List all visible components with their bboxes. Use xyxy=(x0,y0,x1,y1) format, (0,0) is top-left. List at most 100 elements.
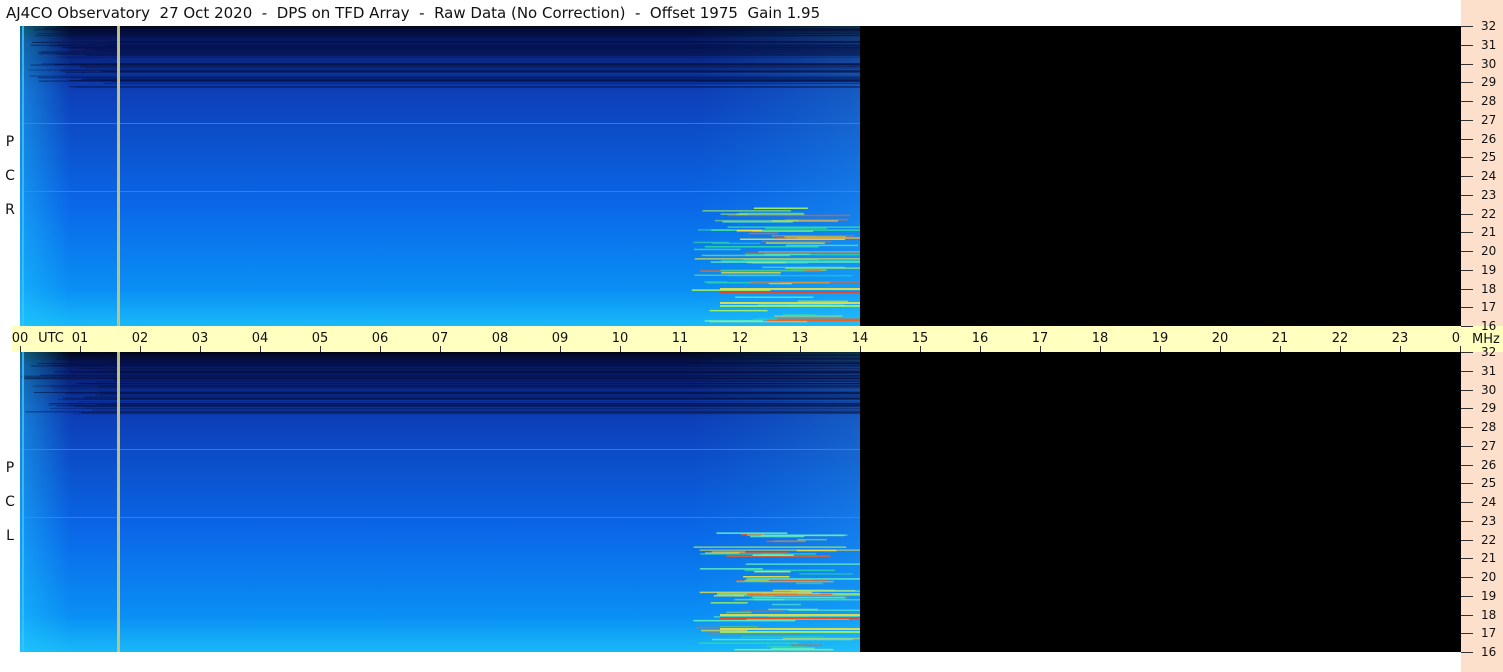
frequency-tick xyxy=(1461,520,1473,522)
frequency-tick xyxy=(1461,408,1473,410)
rcp-label: P C R xyxy=(0,125,20,227)
hour-tick-label: 16 xyxy=(971,331,989,346)
lcp-noise-line xyxy=(81,412,860,414)
rcp-noise-line xyxy=(117,40,860,42)
rcp-label-letter: P xyxy=(5,134,15,150)
frequency-tick-label: 28 xyxy=(1481,420,1497,434)
frequency-tick xyxy=(1461,326,1473,327)
rcp-rfi-band xyxy=(720,288,860,290)
lcp-edge-line xyxy=(22,352,24,652)
hour-tick-label: 06 xyxy=(371,331,389,346)
hour-tick xyxy=(1100,346,1101,352)
lcp-rfi-streak xyxy=(749,597,847,600)
lcp-rfi-streak xyxy=(711,638,854,641)
rcp-gap-marker xyxy=(117,26,120,326)
frequency-tick xyxy=(1461,595,1473,597)
rcp-rfi-streak xyxy=(701,254,791,257)
hour-tick-label: 13 xyxy=(791,331,809,346)
frequency-tick-label: 20 xyxy=(1481,244,1497,258)
frequency-tick-label: 29 xyxy=(1481,75,1497,90)
rcp-rfi-line xyxy=(20,191,860,192)
rcp-noise-line xyxy=(70,50,860,52)
lcp-noise-line xyxy=(84,396,861,398)
frequency-tick xyxy=(1461,213,1473,215)
hour-tick xyxy=(1340,346,1341,352)
hour-tick xyxy=(920,346,921,352)
lcp-noise-line xyxy=(78,401,861,403)
hour-tick-label: 12 xyxy=(731,331,749,346)
frequency-tick-label: 22 xyxy=(1481,206,1497,221)
lcp-noise-line xyxy=(96,381,861,383)
rcp-rfi-streak xyxy=(758,251,860,253)
lcp-rfi-streak xyxy=(743,576,790,578)
rcp-rfi-streak xyxy=(797,300,848,302)
lcp-label: P C L xyxy=(0,451,20,553)
lcp-noise-line xyxy=(99,391,860,393)
lcp-rfi-streak xyxy=(699,591,813,594)
frequency-tick-label: 32 xyxy=(1481,19,1497,33)
frequency-tick xyxy=(1461,352,1473,353)
frequency-tick-label: 16 xyxy=(1481,645,1497,659)
hour-tick xyxy=(20,346,21,352)
frequency-tick xyxy=(1461,176,1473,177)
rcp-noise-line xyxy=(69,79,861,81)
rcp-rfi-streak xyxy=(766,319,861,322)
lcp-noise-line xyxy=(91,409,860,411)
frequency-tick xyxy=(1461,288,1473,290)
frequency-tick-label: 24 xyxy=(1481,495,1497,509)
hour-tick-label: 18 xyxy=(1091,331,1109,346)
lcp-rfi-streak xyxy=(744,579,769,582)
hour-tick xyxy=(800,346,801,352)
frequency-tick-label: 19 xyxy=(1481,262,1497,277)
rcp-noise-line xyxy=(65,71,861,73)
lcp-rfi-streak xyxy=(799,573,853,575)
rcp-rfi-streak xyxy=(720,269,805,272)
rcp-noise-line xyxy=(56,53,860,55)
rcp-noise-line xyxy=(97,63,860,65)
frequency-tick xyxy=(1461,138,1473,140)
lcp-gap-marker xyxy=(117,352,120,652)
frequency-tick xyxy=(1461,483,1473,485)
lcp-rfi-streak xyxy=(740,610,783,612)
lcp-noise-line xyxy=(77,367,861,369)
frequency-tick-label: 17 xyxy=(1481,300,1497,315)
hour-tick xyxy=(200,346,201,352)
frequency-tick-label: 29 xyxy=(1481,401,1497,416)
rcp-rfi-streak xyxy=(761,240,832,243)
frequency-tick xyxy=(1461,577,1473,578)
frequency-tick xyxy=(1461,539,1473,541)
rcp-noise-line xyxy=(35,35,860,37)
frequency-tick-label: 27 xyxy=(1481,112,1497,127)
lcp-noise-line xyxy=(82,407,860,409)
lcp-label-letter: P xyxy=(5,460,15,476)
lcp-rfi-line xyxy=(20,517,860,518)
lcp-noise-line xyxy=(99,385,860,387)
rcp-noise-line xyxy=(29,75,861,77)
rcp-noise-line xyxy=(103,83,860,85)
lcp-rfi-streak xyxy=(771,647,815,650)
lcp-rfi-streak xyxy=(693,546,847,548)
hour-tick xyxy=(260,346,261,352)
rcp-noise-line xyxy=(57,56,861,58)
lcp-rfi-streak xyxy=(754,570,791,573)
lcp-rfi-streak xyxy=(693,619,796,622)
frequency-tick xyxy=(1461,464,1473,466)
hour-tick-label: 07 xyxy=(431,331,449,346)
rcp-noise-line xyxy=(94,32,861,34)
lcp-rfi-streak xyxy=(750,535,805,538)
rcp-noise-line xyxy=(79,65,860,67)
frequency-tick-label: 19 xyxy=(1481,588,1497,603)
hour-tick-label: 09 xyxy=(551,331,569,346)
lcp-spectrogram xyxy=(20,352,1461,652)
rcp-spectrogram xyxy=(20,26,1461,326)
frequency-tick xyxy=(1461,307,1473,309)
rcp-rfi-streak xyxy=(765,227,828,229)
frequency-tick xyxy=(1461,26,1473,27)
lcp-rfi-line xyxy=(20,449,860,450)
hour-tick xyxy=(1220,346,1221,352)
frequency-tick-label: 26 xyxy=(1481,131,1497,146)
rcp-rfi-streak xyxy=(749,281,861,283)
lcp-noise-line xyxy=(25,411,860,413)
rcp-noise-line xyxy=(85,54,861,56)
rcp-noise-line xyxy=(75,86,861,88)
